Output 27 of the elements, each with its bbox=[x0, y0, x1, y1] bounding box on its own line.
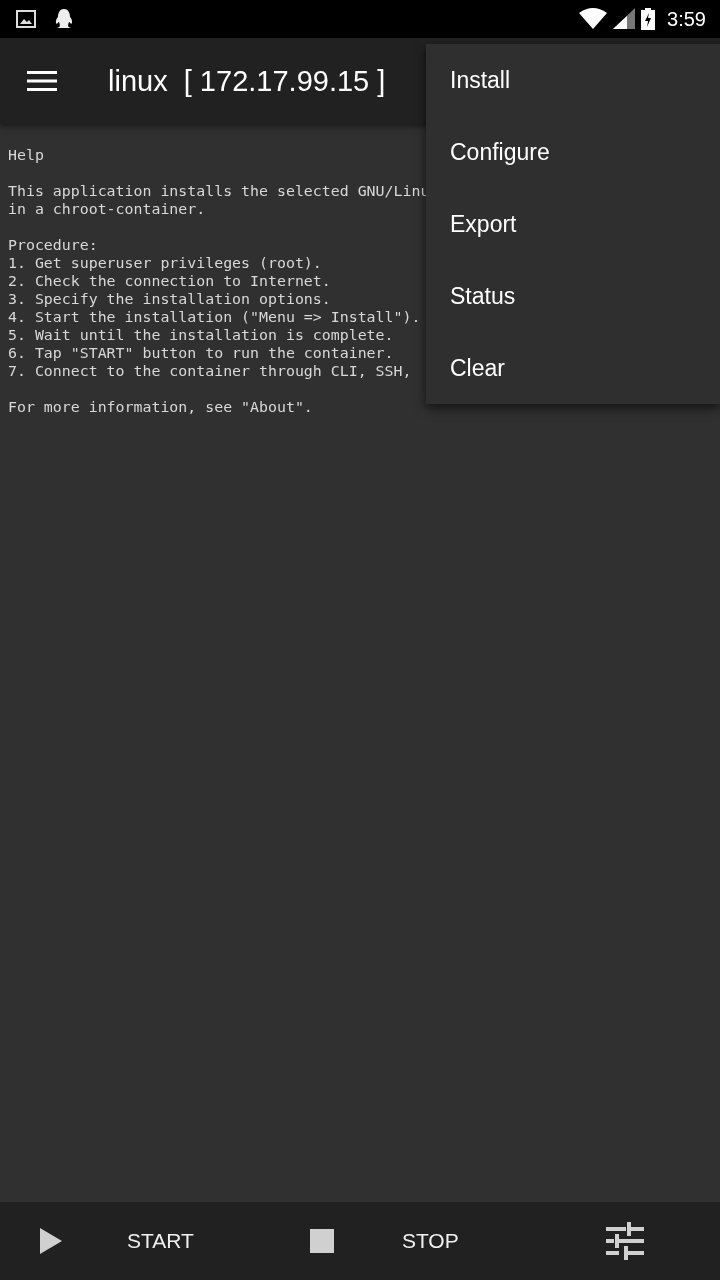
settings-button[interactable] bbox=[606, 1222, 644, 1260]
log-line: Help bbox=[8, 146, 44, 164]
wifi-icon bbox=[579, 8, 608, 30]
signal-icon bbox=[613, 8, 636, 30]
log-line: 1. Get superuser privileges (root). bbox=[8, 254, 322, 272]
stop-button[interactable]: STOP bbox=[309, 1229, 459, 1253]
log-line: 4. Start the installation ("Menu => Install"). bbox=[8, 308, 421, 326]
log-line: 3. Specify the installation options. bbox=[8, 290, 331, 308]
log-line: 2. Check the connection to Internet. bbox=[8, 272, 331, 290]
clock-time: 3:59 bbox=[667, 7, 706, 31]
log-line: 6. Tap "START" button to run the container. bbox=[8, 344, 394, 362]
menu-item[interactable]: Status bbox=[426, 260, 720, 332]
menu-item[interactable]: Install bbox=[426, 44, 720, 116]
log-line: For more information, see "About". bbox=[8, 398, 313, 416]
log-line: Procedure: bbox=[8, 236, 98, 254]
play-icon bbox=[39, 1227, 63, 1255]
menu-button[interactable] bbox=[27, 70, 57, 92]
battery-charging-icon bbox=[641, 8, 656, 30]
menu-item[interactable]: Clear bbox=[426, 332, 720, 404]
log-line: in a chroot-container. bbox=[8, 200, 206, 218]
app-title: linux [ 172.17.99.15 ] bbox=[108, 64, 386, 98]
image-icon bbox=[16, 10, 36, 28]
sliders-icon bbox=[606, 1222, 644, 1260]
log-line: 7. Connect to the container through CLI, SSH, bbox=[8, 362, 412, 380]
start-button[interactable]: START bbox=[39, 1227, 194, 1255]
log-line: 5. Wait until the installation is complete. bbox=[8, 326, 394, 344]
stop-icon bbox=[309, 1229, 334, 1253]
